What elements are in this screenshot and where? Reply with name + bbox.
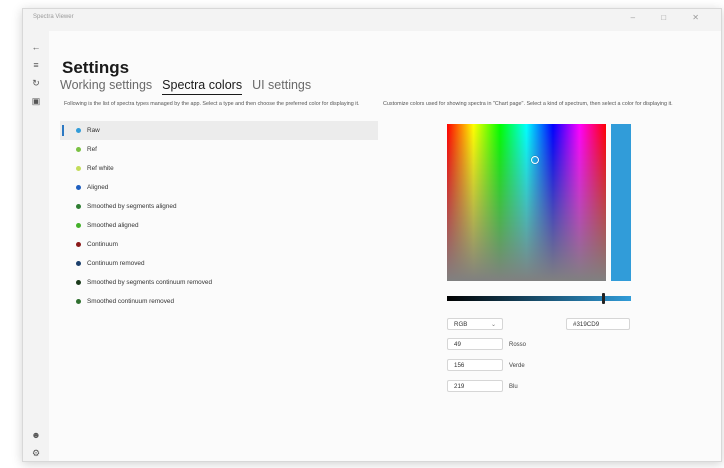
list-item[interactable]: Ref white — [60, 159, 378, 178]
blue-label: Blu — [509, 384, 518, 390]
hex-input[interactable]: #319CD9 — [566, 318, 630, 330]
list-item[interactable]: Raw — [60, 121, 378, 140]
tab-spectra-colors[interactable]: Spectra colors — [162, 78, 243, 95]
red-input[interactable]: 49 — [447, 338, 503, 350]
list-item-label: Smoothed by segments continuum removed — [87, 279, 213, 286]
color-spectrum[interactable] — [447, 124, 606, 281]
list-item-label: Ref — [87, 146, 97, 153]
color-swatch — [76, 128, 81, 133]
red-label: Rosso — [509, 342, 527, 348]
color-swatch — [76, 261, 81, 266]
list-item-label: Ref white — [87, 165, 114, 172]
color-swatch — [76, 147, 81, 152]
list-item-label: Continuum — [87, 241, 118, 248]
page-title: Settings — [62, 58, 130, 77]
blue-input[interactable]: 219 — [447, 380, 503, 392]
green-label: Verde — [509, 363, 525, 369]
list-item[interactable]: Smoothed aligned — [60, 216, 378, 235]
list-item-label: Smoothed continuum removed — [87, 298, 175, 305]
window-controls[interactable]: – □ ✕ — [631, 13, 711, 22]
list-item-label: Smoothed aligned — [87, 222, 139, 229]
color-swatch — [76, 299, 81, 304]
list-item-label: Smoothed by segments aligned — [87, 203, 177, 210]
tab-ui-settings[interactable]: UI settings — [252, 78, 311, 95]
chart-icon[interactable]: ▣ — [30, 95, 42, 107]
chevron-down-icon: ⌄ — [490, 322, 496, 328]
list-item[interactable]: Continuum removed — [60, 254, 378, 273]
list-item-label: Continuum removed — [87, 260, 145, 267]
back-icon[interactable]: ← — [30, 41, 42, 53]
color-mode-select[interactable]: RGB ⌄ — [447, 318, 503, 330]
color-swatch — [76, 204, 81, 209]
color-swatch — [76, 185, 81, 190]
tab-working-settings[interactable]: Working settings — [60, 78, 152, 95]
user-icon[interactable]: ☻ — [30, 429, 42, 441]
hex-value: #319CD9 — [573, 321, 600, 328]
color-swatch — [76, 280, 81, 285]
list-item[interactable]: Aligned — [60, 178, 378, 197]
app-title: Spectra Viewer — [33, 14, 74, 20]
green-input[interactable]: 156 — [447, 359, 503, 371]
list-item[interactable]: Continuum — [60, 235, 378, 254]
color-mode-value: RGB — [454, 321, 468, 328]
list-item[interactable]: Smoothed by segments aligned — [60, 197, 378, 216]
list-item[interactable]: Smoothed by segments continuum removed — [60, 273, 378, 292]
title-bar: Spectra Viewer – □ ✕ — [23, 9, 721, 31]
blue-value: 219 — [454, 383, 465, 390]
list-item[interactable]: Smoothed continuum removed — [60, 292, 378, 311]
color-swatch — [76, 242, 81, 247]
color-swatch — [76, 223, 81, 228]
slider-thumb[interactable] — [602, 293, 605, 304]
list-item-label: Aligned — [87, 184, 109, 191]
red-value: 49 — [454, 341, 461, 348]
color-swatch — [76, 166, 81, 171]
spectra-list-description: Following is the list of spectra types m… — [64, 101, 360, 107]
settings-tabs: Working settings Spectra colors UI setti… — [60, 78, 311, 95]
data-icon[interactable]: ↻ — [30, 77, 42, 89]
value-slider[interactable] — [447, 293, 631, 304]
color-picker-description: Customize colors used for showing spectr… — [383, 101, 673, 107]
color-preview — [611, 124, 631, 281]
spectra-type-list: Raw Ref Ref white Aligned Smoothed by se… — [60, 121, 378, 311]
nav-rail: ← ≡ ↻ ▣ ☻ ⚙ — [23, 31, 49, 461]
selection-indicator — [62, 125, 64, 136]
list-item[interactable]: Ref — [60, 140, 378, 159]
menu-icon[interactable]: ≡ — [30, 59, 42, 71]
list-item-label: Raw — [87, 127, 100, 134]
green-value: 156 — [454, 362, 465, 369]
color-picker-handle[interactable] — [531, 156, 539, 164]
settings-icon[interactable]: ⚙ — [30, 447, 42, 459]
